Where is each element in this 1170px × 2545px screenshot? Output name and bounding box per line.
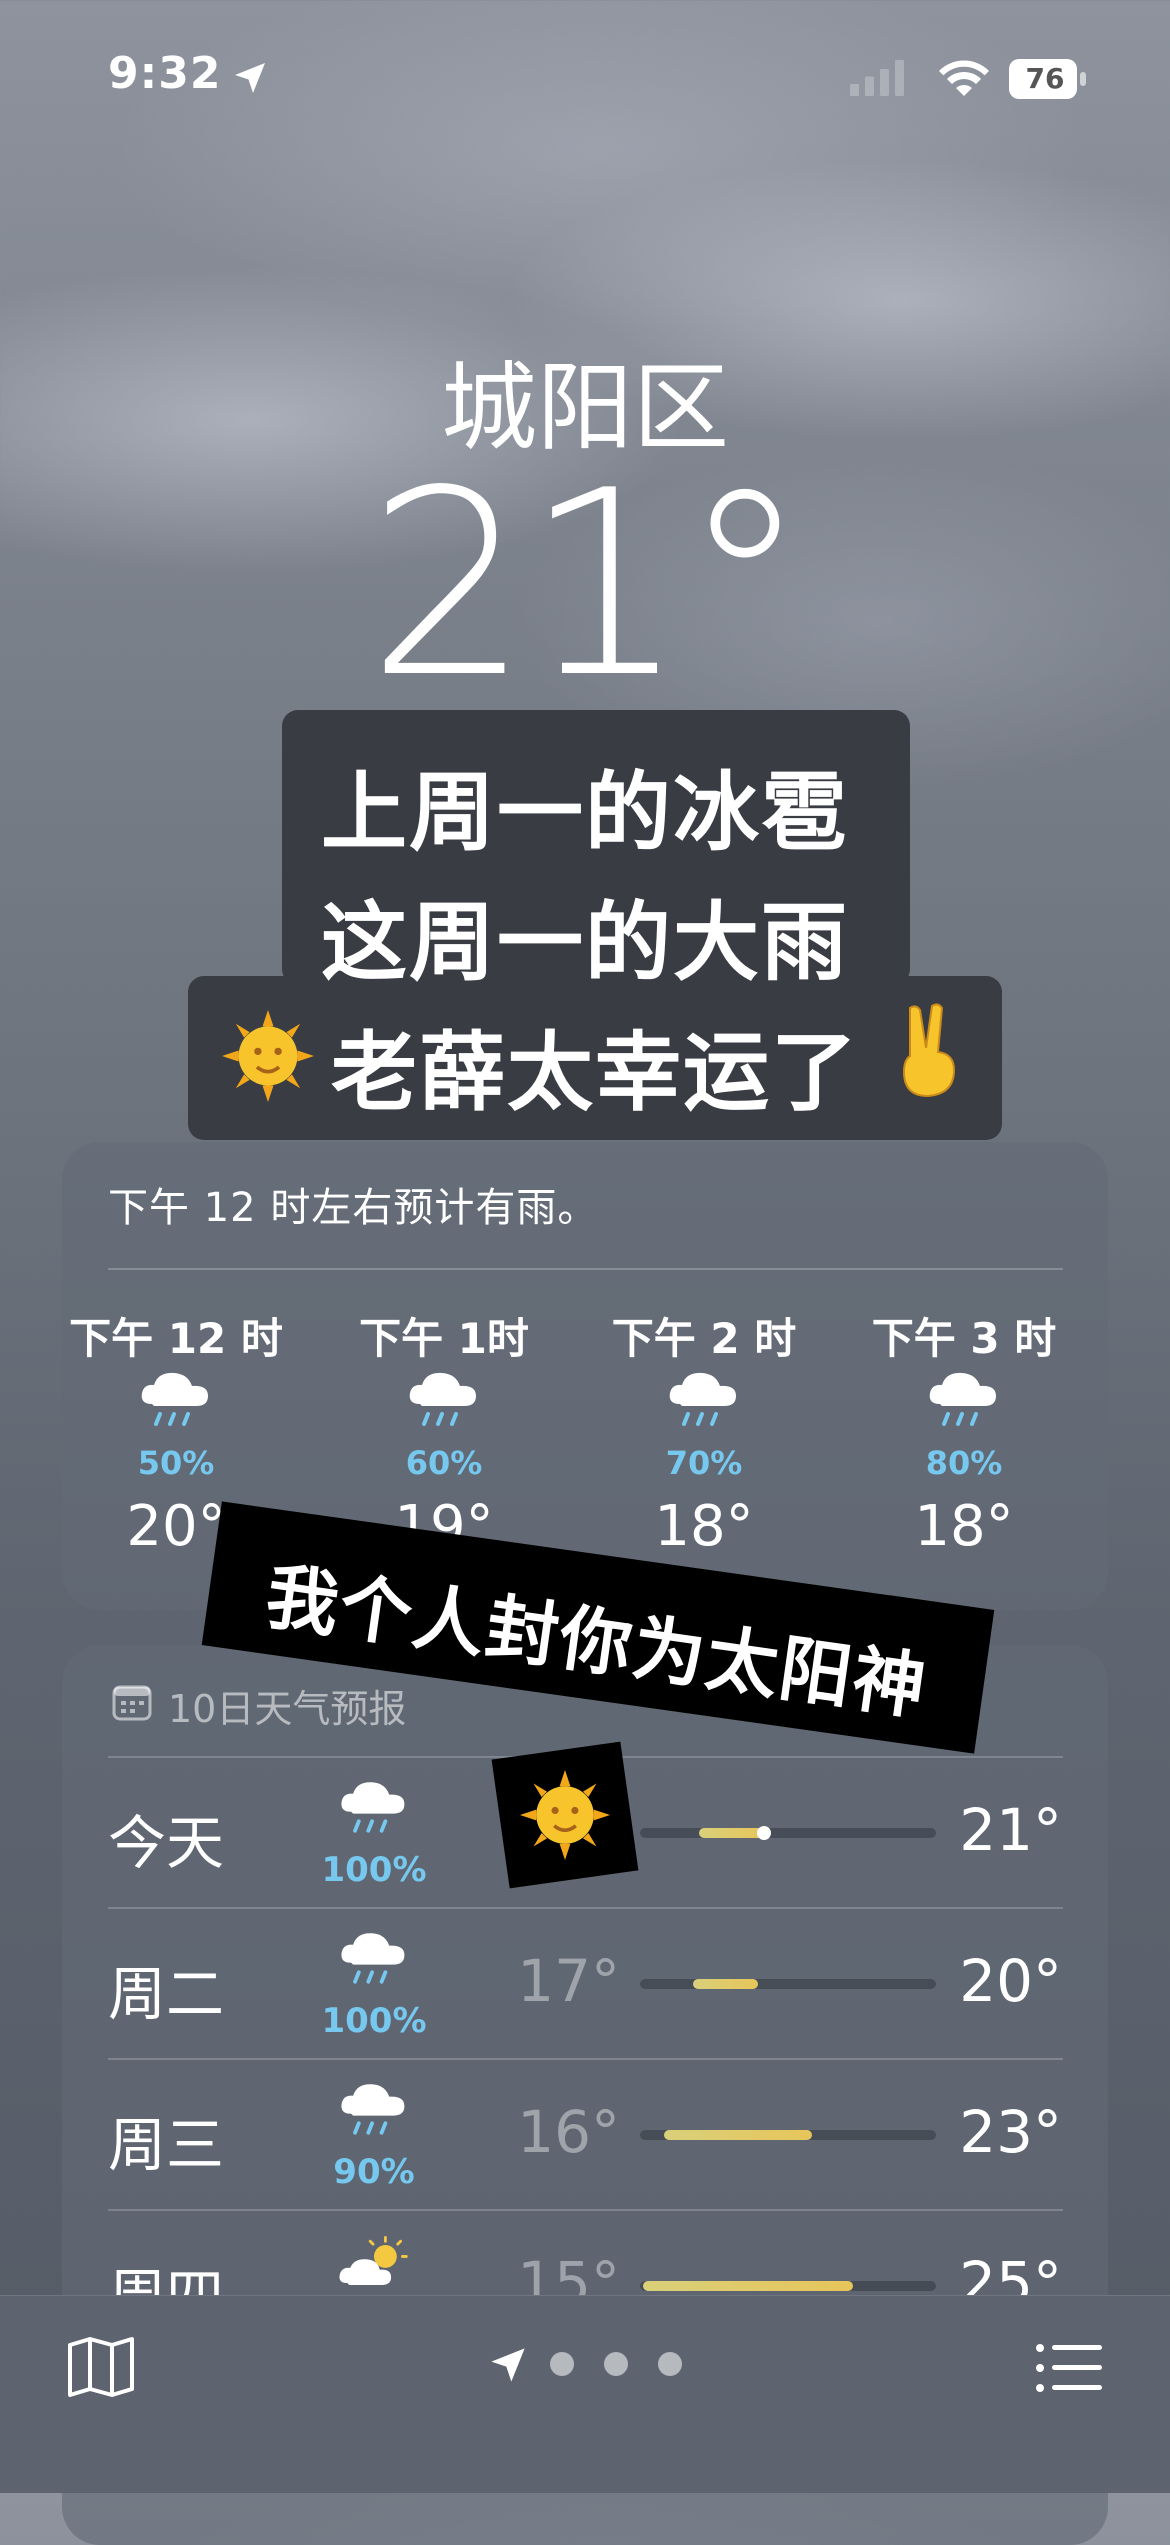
day-low: 17°	[517, 1947, 620, 2015]
hour-temp: 18°	[654, 1494, 754, 1559]
hourly-summary: 下午 12 时左右预计有雨。	[108, 1185, 599, 1231]
hour-time: 下午 2 时	[611, 1314, 797, 1363]
hour-time: 下午 1时	[359, 1314, 529, 1363]
temperature-range-fill	[699, 1828, 764, 1838]
divider	[108, 1907, 1063, 1909]
day-precip: 100%	[321, 1850, 427, 1890]
sticker-text-line1: 上周一的冰雹	[321, 763, 849, 863]
temperature-range-fill	[693, 1979, 758, 1989]
hour-time: 下午 3 时	[871, 1314, 1057, 1363]
day-precip: 100%	[321, 2001, 427, 2041]
hour-precip: 70%	[665, 1444, 743, 1482]
current-location-page-icon[interactable]	[488, 2345, 528, 2385]
divider	[108, 1268, 1063, 1270]
current-temp-dot	[757, 1826, 771, 1840]
partly-sunny-icon	[339, 2236, 408, 2285]
sticker-text-line2: 这周一的大雨	[321, 893, 849, 993]
rain-cloud-icon	[669, 1372, 736, 1426]
cellular-signal-icon	[850, 60, 904, 96]
temperature-range-fill	[664, 2130, 812, 2140]
page-dot[interactable]	[604, 2352, 628, 2376]
day-high: 21°	[959, 1796, 1062, 1864]
day-name: 周二	[108, 1960, 225, 2028]
rain-cloud-icon	[341, 1933, 405, 1984]
sun-face-emoji-icon	[520, 1770, 610, 1860]
battery-level: 76	[1025, 62, 1065, 95]
hour-precip: 60%	[405, 1444, 483, 1482]
temperature-range-fill	[643, 2281, 853, 2291]
sticker-text-line3: 老薛太幸运了	[331, 1023, 859, 1123]
hour-precip: 80%	[925, 1444, 1003, 1482]
day-high: 20°	[959, 1947, 1062, 2015]
day-high: 23°	[959, 2098, 1062, 2166]
victory-hand-emoji-icon	[902, 1003, 956, 1098]
divider	[108, 2209, 1063, 2211]
hour-time: 下午 12 时	[69, 1314, 283, 1363]
current-temperature: 21°	[367, 436, 809, 734]
rain-cloud-icon	[409, 1372, 476, 1426]
sun-face-emoji-icon	[222, 1010, 314, 1102]
day-low: 16°	[517, 2098, 620, 2166]
calendar-icon	[112, 1685, 152, 1721]
rain-cloud-icon	[341, 1782, 405, 1833]
day-name: 今天	[108, 1809, 225, 1877]
hour-precip: 50%	[137, 1444, 215, 1482]
temperature-range-bar	[640, 2130, 936, 2140]
divider	[108, 2058, 1063, 2060]
status-time: 9:32	[108, 48, 222, 99]
map-icon[interactable]	[66, 2335, 136, 2399]
rain-cloud-icon	[141, 1372, 208, 1426]
day-name: 周三	[108, 2111, 225, 2179]
page-dot[interactable]	[550, 2352, 574, 2376]
page-dot[interactable]	[658, 2352, 682, 2376]
temperature-range-bar	[640, 2281, 936, 2291]
list-icon[interactable]	[1034, 2340, 1104, 2396]
day-precip: 90%	[333, 2152, 415, 2192]
temperature-range-bar	[640, 1979, 936, 1989]
location-arrow-icon	[235, 63, 265, 93]
rain-cloud-icon	[929, 1372, 996, 1426]
wifi-icon	[939, 60, 989, 96]
rain-cloud-icon	[341, 2084, 405, 2135]
bottom-toolbar	[0, 2295, 1170, 2493]
hour-temp: 18°	[914, 1494, 1014, 1559]
daily-forecast-title: 10日天气预报	[168, 1687, 407, 1731]
temperature-range-bar	[640, 1826, 936, 1840]
